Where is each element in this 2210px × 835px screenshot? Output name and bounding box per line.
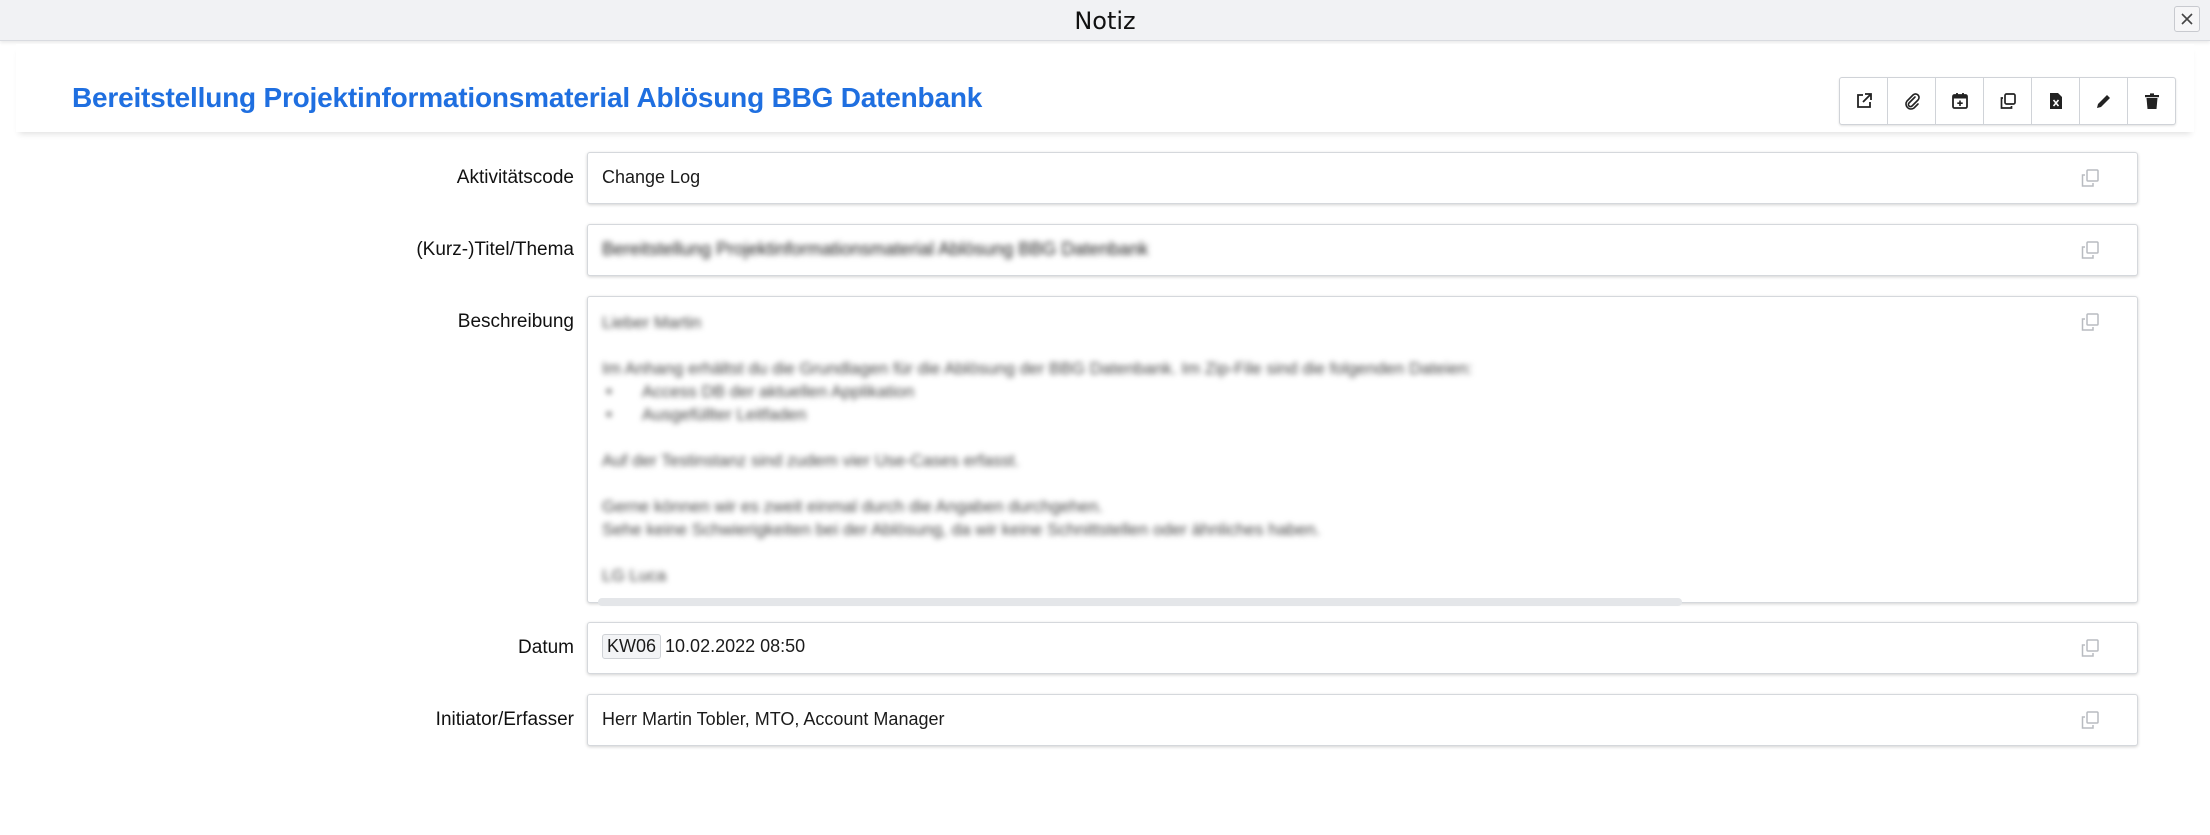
activity-code-value: Change Log [602,167,701,187]
title-label: (Kurz-)Titel/Thema [416,239,574,260]
close-icon [2181,13,2193,25]
window-titlebar: Notiz [0,0,2210,41]
copy-description-button[interactable] [2079,311,2101,333]
description-line: Auf der Testinstanz sind zudem vier Use-… [602,451,1020,470]
title-field[interactable]: Bereitstellung Projektinformationsmateri… [587,224,2138,276]
note-header: Bereitstellung Projektinformationsmateri… [16,44,2194,132]
description-bullet: Ausgefüllter Leitfaden [602,403,1472,426]
activity-code-label: Aktivitätscode [456,167,574,188]
close-button[interactable] [2174,6,2200,32]
description-line: Sehe keine Schwierigkeiten bei der Ablös… [602,520,1321,539]
delete-button[interactable] [2128,78,2175,124]
description-greeting: Lieber Martin [602,313,702,332]
date-label: Datum [518,637,574,658]
copy-icon [2081,241,2099,259]
paperclip-icon [1904,93,1920,110]
date-field[interactable]: KW06 10.02.2022 08:50 [587,622,2138,674]
initiator-label: Initiator/Erfasser [435,709,574,730]
activity-code-field[interactable]: Change Log [587,152,2138,204]
copy-activity-code-button[interactable] [2079,167,2101,189]
action-toolbar [1839,77,2176,125]
copy-date-button[interactable] [2079,637,2101,659]
description-text: Lieber Martin Im Anhang erhältst du die … [602,311,1472,587]
title-value: Bereitstellung Projektinformationsmateri… [602,239,1149,259]
description-signature: LG Luca [602,566,667,585]
copy-icon [2081,169,2099,187]
copy-icon [2081,313,2099,331]
horizontal-scrollbar[interactable] [598,598,1682,606]
date-value: 10.02.2022 08:50 [665,636,806,656]
copy-title-button[interactable] [2079,239,2101,261]
page-title: Bereitstellung Projektinformationsmateri… [72,82,983,113]
calendar-add-button[interactable] [1936,78,1984,124]
external-link-icon [1856,93,1872,108]
description-intro: Im Anhang erhältst du die Grundlagen für… [602,359,1473,378]
initiator-field[interactable]: Herr Martin Tobler, MTO, Account Manager [587,694,2138,746]
calendar-plus-icon [1951,93,1968,109]
date-value-wrap: KW06 10.02.2022 08:50 [602,634,805,659]
initiator-value: Herr Martin Tobler, MTO, Account Manager [602,709,945,729]
copy-icon [2081,639,2099,657]
pencil-icon [2096,95,2110,108]
description-bullet: Access DB der aktuellen Applikation [602,380,1472,403]
attachment-button[interactable] [1888,78,1936,124]
duplicate-button[interactable] [1984,78,2032,124]
copy-icon [2081,711,2099,729]
description-label: Beschreibung [457,311,574,332]
calendar-week-badge: KW06 [602,634,662,659]
open-external-button[interactable] [1840,78,1888,124]
description-line: Gerne können wir es zweit einmal durch d… [602,497,1103,516]
description-field[interactable]: Lieber Martin Im Anhang erhältst du die … [587,296,2138,606]
file-export-icon [2049,93,2062,109]
copy-initiator-button[interactable] [2079,709,2101,731]
window-title: Notiz [1074,7,1136,35]
export-button[interactable] [2032,78,2080,124]
copy-icon [2000,93,2016,109]
trash-icon [2144,93,2159,109]
edit-button[interactable] [2080,78,2128,124]
